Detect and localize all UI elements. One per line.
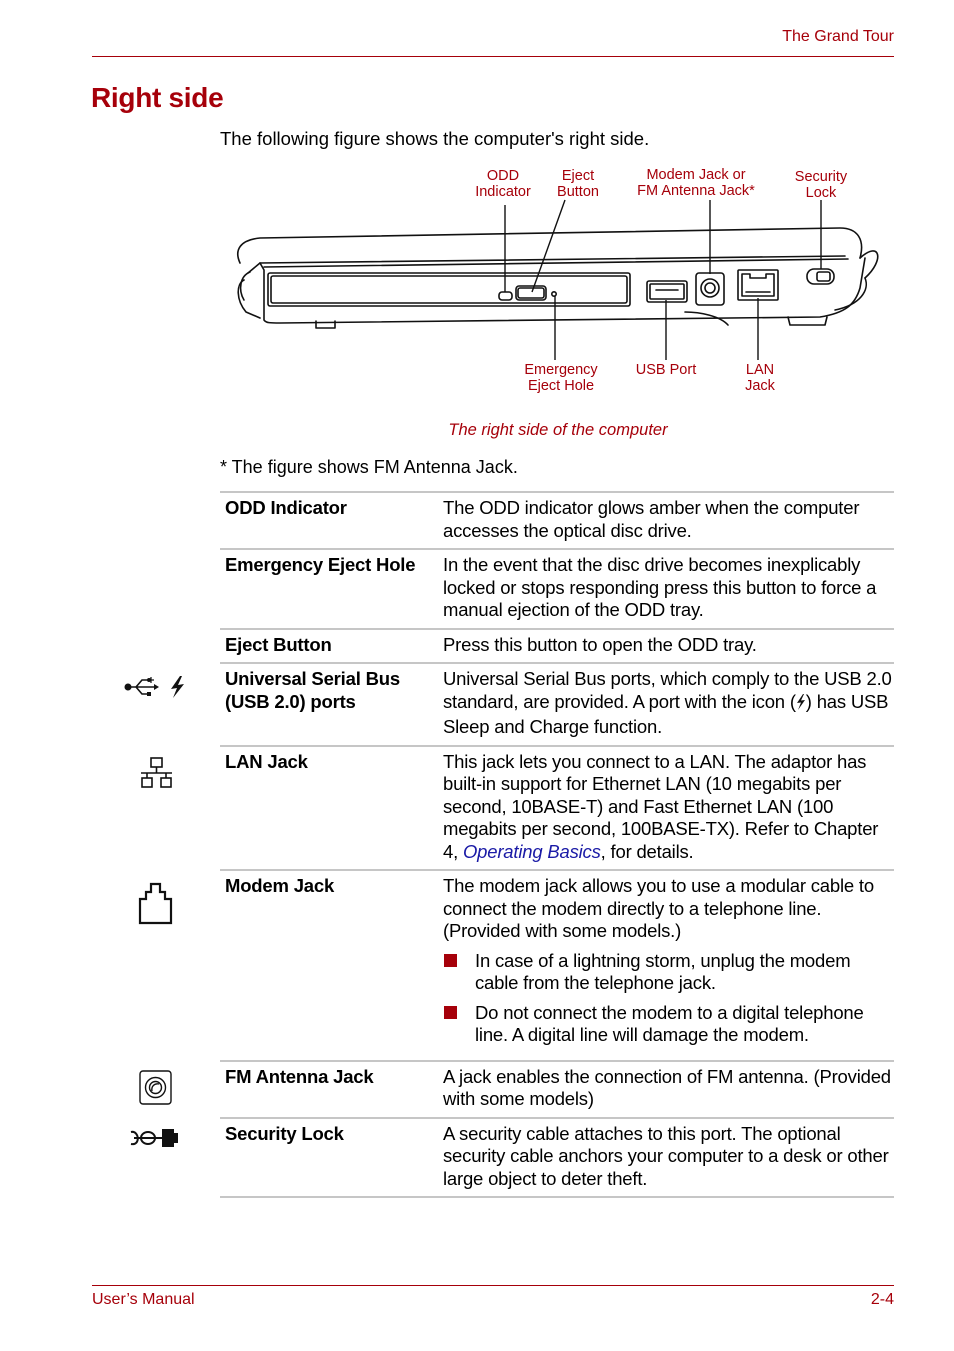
warning-list: In case of a lightning storm, unplug the…	[443, 950, 894, 1047]
operating-basics-link[interactable]: Operating Basics	[463, 841, 601, 862]
callout-line: Modem Jack or	[646, 167, 746, 183]
list-item-text: Do not connect the modem to a digital te…	[475, 1001, 864, 1046]
fm-antenna-icon	[139, 1069, 173, 1111]
bullet-square-icon	[444, 953, 457, 967]
row-term: Universal Serial Bus (USB 2.0) ports	[220, 668, 443, 739]
footer-manual-title: User’s Manual	[92, 1291, 195, 1308]
row-desc: This jack lets you connect to a LAN. The…	[443, 751, 894, 864]
row-desc: The ODD indicator glows amber when the c…	[443, 497, 860, 541]
footer-rule	[92, 1285, 894, 1286]
page-title: Right side	[91, 82, 224, 113]
callout-eject-button: Eject Button	[542, 168, 614, 200]
row-term-line: (USB 2.0) ports	[225, 690, 356, 712]
table-row: Security Lock A security cable attaches …	[130, 1116, 894, 1198]
callout-line: Eject	[561, 168, 595, 184]
row-desc-part: , for details.	[600, 840, 694, 862]
callout-line: LAN	[745, 362, 775, 378]
row-term: Security Lock	[225, 1122, 344, 1144]
list-item: Do not connect the modem to a digital te…	[443, 1002, 894, 1047]
table-row: FM Antenna Jack A jack enables the conne…	[139, 1059, 894, 1117]
usb-icon	[124, 674, 188, 705]
row-desc: Universal Serial Bus ports, which comply…	[443, 668, 894, 739]
header-rule	[92, 56, 894, 57]
table-row: Universal Serial Bus (USB 2.0) ports Uni…	[124, 662, 894, 745]
row-term-line: Universal Serial Bus	[225, 668, 400, 689]
row-desc: The modem jack allows you to use a modul…	[443, 875, 894, 1054]
table-row: Eject Button Press this button to open t…	[220, 627, 894, 663]
row-term: ODD Indicator	[225, 497, 347, 518]
row-term: FM Antenna Jack	[225, 1065, 374, 1087]
figure-caption: The right side of the computer	[448, 421, 668, 439]
callout-lan-jack: LAN Jack	[730, 362, 790, 394]
row-desc: In the event that the disc drive becomes…	[443, 554, 877, 620]
callout-line: FM Antenna Jack*	[637, 183, 755, 199]
callout-line: Jack	[745, 378, 775, 394]
sleep-and-charge-icon	[796, 693, 806, 717]
table-row: LAN Jack This jack lets you connect to a…	[141, 744, 894, 870]
bullet-square-icon	[444, 1005, 457, 1019]
page-number: 2-4	[870, 1291, 894, 1308]
row-desc-text: The modem jack allows you to use a modul…	[443, 875, 874, 941]
table-row: Emergency Eject Hole In the event that t…	[220, 548, 894, 628]
row-term: Eject Button	[225, 633, 332, 655]
running-header: The Grand Tour	[782, 28, 894, 45]
row-desc: Press this button to open the ODD tray.	[443, 633, 757, 655]
callout-line: USB Port	[635, 362, 697, 378]
callout-line: Security	[794, 169, 848, 185]
lan-icon	[140, 756, 174, 796]
callout-line: Emergency	[524, 362, 598, 378]
callout-line: Indicator	[475, 184, 531, 200]
list-item-text: In case of a lightning storm, unplug the…	[475, 949, 851, 994]
row-desc: A security cable attaches to this port. …	[443, 1122, 889, 1189]
callout-odd-indicator: ODD Indicator	[463, 168, 543, 200]
footnote: * The figure shows FM Antenna Jack.	[220, 457, 518, 477]
leader-eject-button	[531, 199, 566, 293]
row-desc: A jack enables the connection of FM ante…	[443, 1065, 891, 1110]
security-lock-icon	[129, 1127, 181, 1154]
callout-emergency-eject-hole: Emergency Eject Hole	[511, 362, 611, 394]
callout-line: Eject Hole	[527, 378, 595, 394]
table-row: ODD Indicator The ODD indicator glows am…	[220, 491, 894, 548]
table-row: Modem Jack The modem jack allows you to …	[138, 869, 894, 1060]
callout-usb-port: USB Port	[621, 362, 711, 378]
callout-modem-fm-jack: Modem Jack or FM Antenna Jack*	[626, 167, 766, 199]
row-term: Emergency Eject Hole	[225, 554, 416, 575]
right-side-figure: ODD Indicator Eject Button Modem Jack or…	[220, 160, 900, 405]
callout-security-lock: Security Lock	[782, 169, 860, 201]
callout-line: Lock	[805, 185, 837, 201]
modem-icon	[138, 881, 174, 930]
list-item: In case of a lightning storm, unplug the…	[443, 950, 894, 995]
callout-line: Button	[557, 184, 599, 200]
row-term: Modem Jack	[225, 875, 335, 896]
callout-line: ODD	[486, 168, 520, 184]
ports-table: ODD Indicator The ODD indicator glows am…	[124, 491, 894, 1198]
row-term: LAN Jack	[225, 750, 308, 772]
intro-text: The following figure shows the computer'…	[220, 128, 650, 149]
